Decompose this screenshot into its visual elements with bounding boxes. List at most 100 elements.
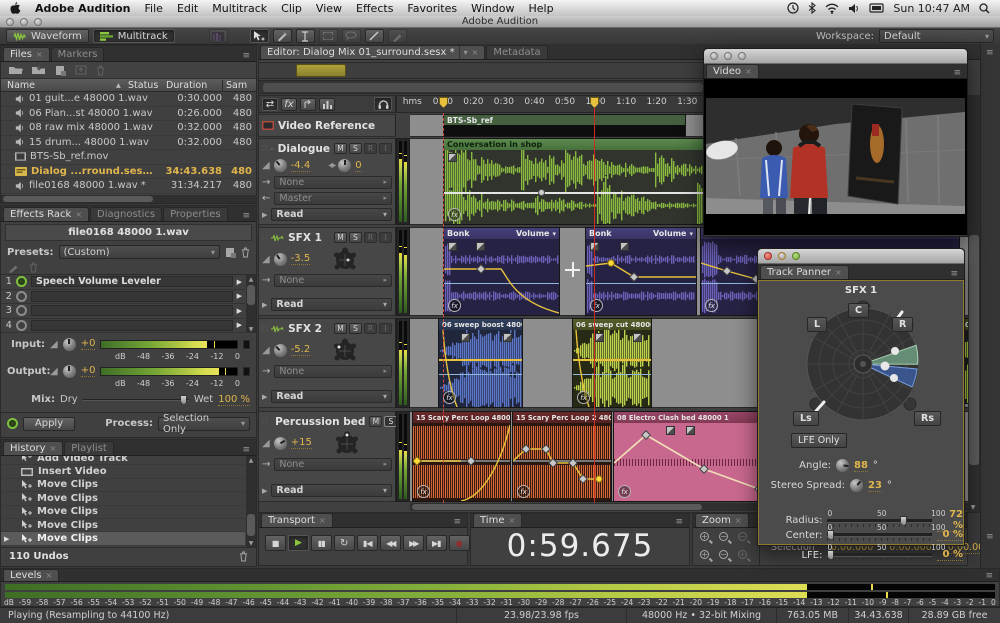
track-header-sfx2[interactable]: ∷ SFX 2 M S R I ◢ -5.2 →None▸ ▶Read▾ — [258, 318, 396, 408]
panner-window-titlebar[interactable] — [758, 249, 964, 264]
history-item[interactable]: Move Clips — [1, 479, 245, 492]
waveform-view-button[interactable]: Waveform — [6, 29, 89, 43]
lfe-only-button[interactable]: LFE Only — [791, 433, 847, 448]
input-gain-knob[interactable] — [63, 338, 76, 351]
dialogue-input-dropdown[interactable]: None▸ — [274, 176, 392, 189]
chevron-down-icon[interactable]: ▾ — [689, 230, 693, 238]
clip-fx-badge[interactable]: fx — [705, 299, 718, 312]
go-to-start-button[interactable]: ▮◀ — [357, 535, 378, 551]
clip-bts-sb-ref[interactable]: BTS-Sb_ref — [443, 114, 686, 137]
close-icon[interactable]: × — [508, 514, 515, 527]
history-item[interactable]: Add Video Track — [1, 456, 245, 465]
menu-clock[interactable]: Sun 10:47 AM — [893, 2, 970, 15]
close-icon[interactable]: × — [36, 48, 43, 61]
input-gain-value[interactable]: +0 — [81, 338, 96, 350]
automation-disclosure-icon[interactable]: ▶ — [262, 301, 267, 309]
center-slider-handle[interactable] — [827, 530, 834, 540]
clip-sweep-boost[interactable]: 06 sweep boost 48000 1 fx — [438, 318, 523, 408]
effect-power-icon[interactable] — [16, 276, 27, 287]
tab-diagnostics[interactable]: Diagnostics — [90, 207, 162, 221]
close-icon[interactable]: × — [50, 442, 57, 455]
editor-vertical-scrollbar[interactable]: ▼ — [968, 95, 980, 512]
effect-slot-2[interactable]: 2▶ — [1, 290, 245, 305]
effect-options-icon[interactable]: ▶ — [237, 292, 242, 300]
sfx2-volume-knob[interactable] — [274, 344, 287, 357]
surround-panner-icon[interactable] — [332, 431, 362, 455]
dialogue-pan-knob[interactable] — [338, 159, 351, 172]
tab-transport[interactable]: Transport× — [261, 513, 333, 527]
solo-button[interactable]: S — [349, 143, 362, 154]
effect-slot-1[interactable]: 1Speech Volume Leveler▶ — [1, 275, 245, 290]
close-icon[interactable]: × — [472, 46, 479, 59]
inputs-outputs-icon[interactable]: ⇄ — [262, 98, 278, 111]
surround-panner-icon[interactable] — [330, 247, 360, 271]
tab-properties[interactable]: Properties — [163, 207, 228, 221]
col-duration[interactable]: Duration — [166, 80, 222, 91]
col-sample[interactable]: Sam — [222, 80, 256, 91]
go-to-end-button[interactable]: ▶▮ — [426, 535, 447, 551]
close-window-icon[interactable] — [710, 52, 718, 60]
menu-item[interactable]: Clip — [281, 2, 302, 15]
apple-logo-icon[interactable] — [10, 2, 21, 14]
menu-item[interactable]: Effects — [356, 2, 393, 15]
monitor-headphones-icon[interactable] — [374, 97, 392, 111]
spread-value[interactable]: 23 — [868, 480, 882, 492]
track-panner-window[interactable]: Track Panner×≡ SFX 1 C L R Ls Rs LFE Onl… — [757, 248, 965, 546]
tab-history[interactable]: History× — [3, 441, 63, 455]
left-surround-button[interactable]: Ls — [793, 411, 819, 426]
sfx1-input-dropdown[interactable]: None▸ — [274, 274, 392, 287]
record-button[interactable]: ● — [449, 535, 470, 551]
minimize-window-icon[interactable] — [724, 52, 732, 60]
panel-menu-icon[interactable]: ≡ — [238, 445, 254, 455]
effect-options-icon[interactable]: ▶ — [237, 321, 242, 329]
angle-value[interactable]: 88 — [854, 460, 868, 472]
automation-disclosure-icon[interactable]: ▶ — [262, 211, 267, 219]
solo-button[interactable]: S — [349, 232, 362, 243]
mute-button[interactable]: M — [334, 143, 347, 154]
menu-item[interactable]: Adobe Audition — [35, 2, 131, 15]
multitrack-view-button[interactable]: Multitrack — [93, 29, 175, 43]
file-row[interactable]: file0168 48000 1.wav *31:34.217480 — [1, 179, 256, 194]
rack-power-icon[interactable] — [7, 418, 18, 429]
perc-automation-dropdown[interactable]: Read▾ — [271, 484, 392, 497]
panel-menu-icon[interactable]: ≡ — [986, 532, 994, 542]
panel-menu-icon[interactable]: ≡ — [986, 48, 994, 58]
angle-knob[interactable] — [836, 459, 849, 472]
center-slider[interactable]: 050100 — [827, 533, 931, 537]
slip-tool-button[interactable] — [365, 29, 384, 43]
zoom-out-icon[interactable]: − — [718, 531, 733, 546]
clip-scary-perc-loop-2[interactable]: 15 Scary Perc Loop 2 48000 1 fx — [512, 411, 612, 502]
dialogue-pan-value[interactable]: 0 — [355, 160, 361, 172]
surround-panner-icon[interactable] — [330, 338, 360, 362]
history-item-current[interactable]: ▶Move Clips — [1, 532, 245, 545]
panel-menu-icon[interactable]: ≡ — [981, 571, 997, 581]
col-name[interactable]: Name — [7, 80, 116, 91]
eq-icon[interactable] — [319, 98, 335, 111]
clip-fx-badge[interactable]: fx — [590, 299, 603, 312]
sfx2-volume-value[interactable]: -5.2 — [291, 344, 311, 356]
close-icon[interactable]: × — [835, 266, 842, 279]
files-column-header[interactable]: Name ▴ Status Duration Sam — [1, 79, 256, 92]
volume-icon[interactable] — [848, 3, 860, 14]
clip-fx-badge[interactable]: fx — [417, 485, 430, 498]
mute-button[interactable]: M — [334, 323, 347, 334]
effect-slot-4[interactable]: 4▶ — [1, 319, 245, 334]
file-row-selected[interactable]: Dialog ...rround.sesx *34:43.638480 — [1, 165, 256, 180]
output-gain-value[interactable]: +0 — [81, 365, 96, 377]
workspace-dropdown[interactable]: Default▾ — [879, 29, 994, 43]
display-icon[interactable] — [869, 3, 884, 14]
panel-menu-icon[interactable]: ≡ — [449, 517, 465, 527]
col-status[interactable]: Status — [128, 80, 166, 91]
close-icon[interactable]: × — [735, 514, 742, 527]
panel-menu-icon[interactable]: ≡ — [671, 517, 687, 527]
track-header-video-reference[interactable]: Video Reference — [258, 114, 396, 137]
drag-handle-icon[interactable]: ∷ — [262, 233, 267, 242]
clip-envelope-menu[interactable]: Volume — [516, 229, 549, 238]
right-speaker-button[interactable]: R — [892, 317, 913, 332]
clip-fx-badge[interactable]: fx — [443, 391, 456, 404]
tab-time[interactable]: Time× — [473, 513, 522, 527]
stop-button[interactable]: ■ — [265, 535, 286, 551]
play-button[interactable]: ▶ — [288, 535, 309, 551]
clip-envelope-menu[interactable]: Volume — [653, 229, 686, 238]
move-tool-button[interactable] — [250, 29, 269, 43]
